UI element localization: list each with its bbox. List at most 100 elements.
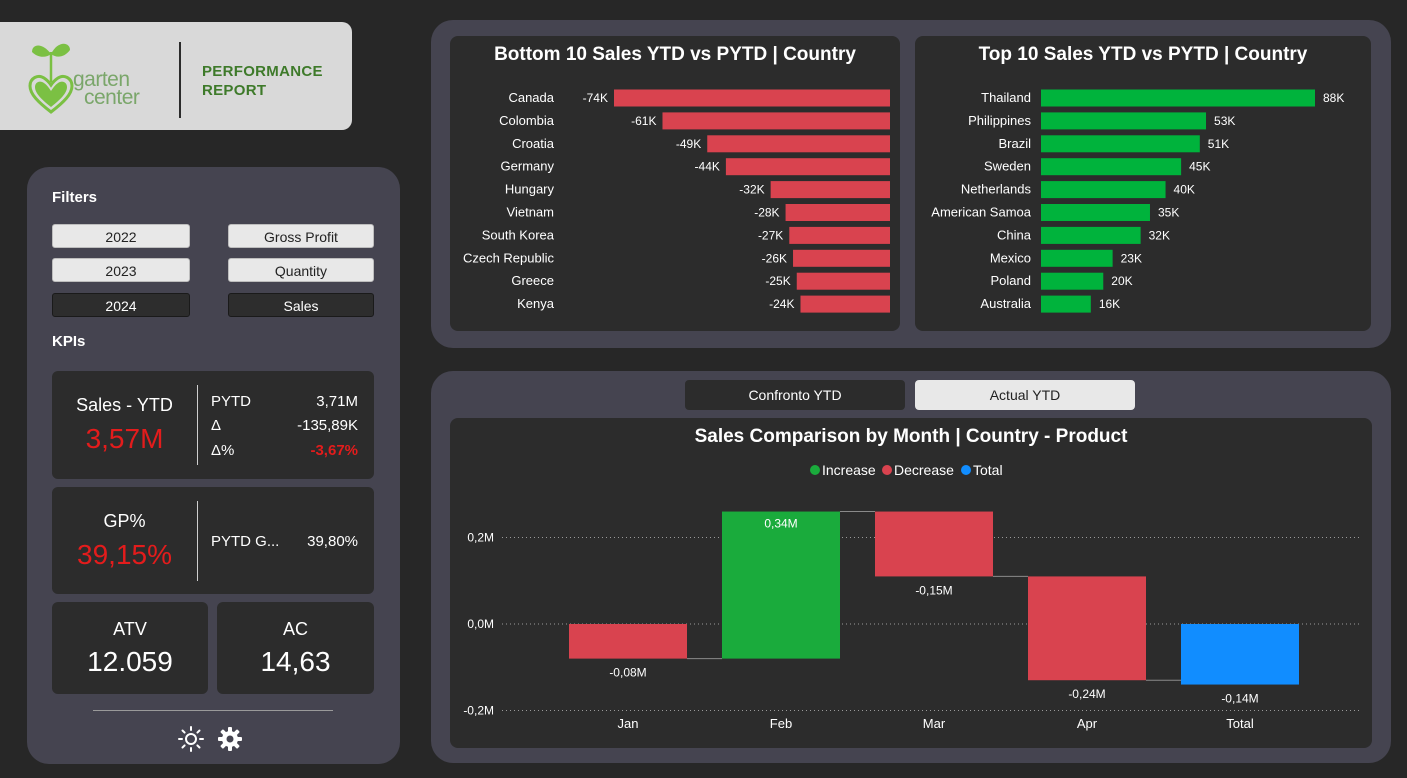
bottom10-bar[interactable] [770, 181, 890, 199]
waterfall-bar[interactable] [1181, 624, 1299, 685]
bottom10-category-label: South Korea [482, 227, 555, 242]
report-title-line2: REPORT [202, 82, 267, 99]
top10-data-label: 45K [1189, 160, 1210, 174]
logo-card: garten center PERFORMANCE REPORT [0, 22, 352, 130]
top10-category-label: Brazil [998, 136, 1031, 151]
top10-data-label: 40K [1174, 183, 1195, 197]
bottom10-data-label: -44K [695, 160, 720, 174]
filter-year-2022[interactable]: 2022 [52, 224, 190, 248]
waterfall-chart: Increase Decrease Total 0,2M 0,0M -0,2M -0,08M… [463, 462, 1362, 731]
bottom10-bar[interactable] [725, 158, 890, 176]
filter-year-2024[interactable]: 2024 [52, 293, 190, 317]
ac-value: 14,63 [260, 646, 331, 677]
bottom10-category-label: Germany [501, 159, 555, 174]
report-title: PERFORMANCE REPORT [202, 62, 323, 100]
top10-bar[interactable] [1041, 181, 1166, 199]
bottom10-data-label: -49K [676, 137, 701, 151]
gp-label: GP% [103, 511, 146, 531]
top10-bar[interactable] [1041, 135, 1200, 153]
gp-card: GP% 39,15% PYTD G... 39,80% [52, 487, 374, 594]
legend-marker [810, 465, 820, 475]
filter-metric-gross-profit[interactable]: Gross Profit [228, 224, 374, 248]
top10-category-label: Philippines [968, 113, 1031, 128]
filter-metric-quantity[interactable]: Quantity [228, 258, 374, 282]
gp-pytd-label: PYTD G... [211, 533, 280, 550]
atv-value: 12.059 [87, 646, 173, 677]
waterfall-bar[interactable] [569, 624, 687, 659]
bottom10-category-label: Hungary [505, 182, 555, 197]
bottom10-data-label: -26K [762, 251, 787, 265]
waterfall-data-label: -0,08M [609, 666, 646, 680]
sales-ytd-card: Sales - YTD 3,57M PYTD 3,71M Δ -135,89K … [52, 371, 374, 479]
actual-ytd-button[interactable]: Actual YTD [915, 380, 1135, 410]
gear-icon[interactable] [216, 725, 244, 753]
bottom10-category-label: Colombia [499, 113, 555, 128]
sun-icon[interactable] [177, 725, 205, 753]
y-tick-label: 0,0M [467, 617, 494, 631]
sales-pytd-value: 3,71M [316, 393, 358, 410]
bottom10-bar[interactable] [785, 204, 890, 221]
top10-bar[interactable] [1041, 295, 1091, 313]
sales-pytd-label: PYTD [211, 393, 252, 410]
top10-bar[interactable] [1041, 112, 1207, 130]
bottom10-bar[interactable] [793, 249, 890, 267]
bottom10-category-label: Croatia [512, 136, 555, 151]
sales-card-divider [197, 385, 198, 465]
waterfall-bar[interactable] [1028, 576, 1146, 681]
top10-chart: Thailand 88K Philippines 53K Brazil 51K Sweden… [931, 89, 1344, 313]
bottom10-category-label: Greece [511, 273, 554, 288]
waterfall-data-label: 0,34M [764, 517, 797, 531]
bottom10-category-label: Kenya [517, 296, 555, 311]
bottom10-data-label: -27K [758, 228, 783, 242]
top10-bar[interactable] [1041, 249, 1113, 267]
top10-bar[interactable] [1041, 89, 1315, 107]
top10-bar[interactable] [1041, 158, 1182, 176]
filter-year-2023[interactable]: 2023 [52, 258, 190, 282]
legend-label: Increase [822, 462, 876, 478]
gp-value: 39,15% [77, 539, 172, 570]
kpis-title: KPIs [52, 333, 86, 350]
bottom10-bar[interactable] [796, 272, 890, 290]
bottom10-bar[interactable] [789, 226, 890, 244]
top10-data-label: 20K [1111, 274, 1132, 288]
panel-divider [93, 710, 333, 711]
legend-label: Total [973, 462, 1003, 478]
bottom10-category-label: Vietnam [507, 205, 554, 220]
x-tick-label: Apr [1077, 716, 1098, 731]
logo-divider [179, 42, 181, 118]
top10-data-label: 53K [1214, 114, 1235, 128]
filters-title: Filters [52, 189, 98, 206]
bottom10-category-label: Canada [508, 90, 554, 105]
bottom10-data-label: -28K [754, 206, 779, 220]
top10-bar[interactable] [1041, 226, 1141, 244]
waterfall-data-label: -0,15M [915, 583, 952, 597]
waterfall-bar[interactable] [722, 511, 840, 659]
top10-data-label: 88K [1323, 91, 1344, 105]
top10-category-label: Australia [980, 296, 1031, 311]
top10-category-label: Mexico [990, 250, 1031, 265]
filter-metric-sales[interactable]: Sales [228, 293, 374, 317]
bottom10-bar[interactable] [707, 135, 890, 153]
top10-data-label: 51K [1208, 137, 1229, 151]
bottom10-data-label: -61K [631, 114, 656, 128]
x-tick-label: Feb [770, 716, 792, 731]
bottom10-bar[interactable] [800, 295, 890, 313]
bottom10-bar[interactable] [662, 112, 890, 130]
waterfall-data-label: -0,24M [1068, 687, 1105, 701]
legend-marker [882, 465, 892, 475]
top10-data-label: 23K [1121, 251, 1142, 265]
top10-bar[interactable] [1041, 204, 1150, 221]
confronto-ytd-button[interactable]: Confronto YTD [685, 380, 905, 410]
bottom10-bar[interactable] [614, 89, 890, 107]
top-charts-panel: Bottom 10 Sales YTD vs PYTD | Country Ca… [431, 20, 1391, 348]
bottom10-category-label: Czech Republic [463, 250, 555, 265]
bottom10-chart: Canada -74K Colombia -61K Croatia -49K Germany… [463, 89, 890, 313]
top10-category-label: American Samoa [931, 205, 1031, 220]
gp-card-divider [197, 501, 198, 581]
top10-bar[interactable] [1041, 272, 1104, 290]
sales-ytd-label: Sales - YTD [76, 395, 173, 415]
top10-data-label: 35K [1158, 206, 1179, 220]
waterfall-bar[interactable] [875, 511, 993, 577]
ac-label: AC [282, 619, 308, 639]
sales-delta-label: Δ [211, 417, 222, 434]
